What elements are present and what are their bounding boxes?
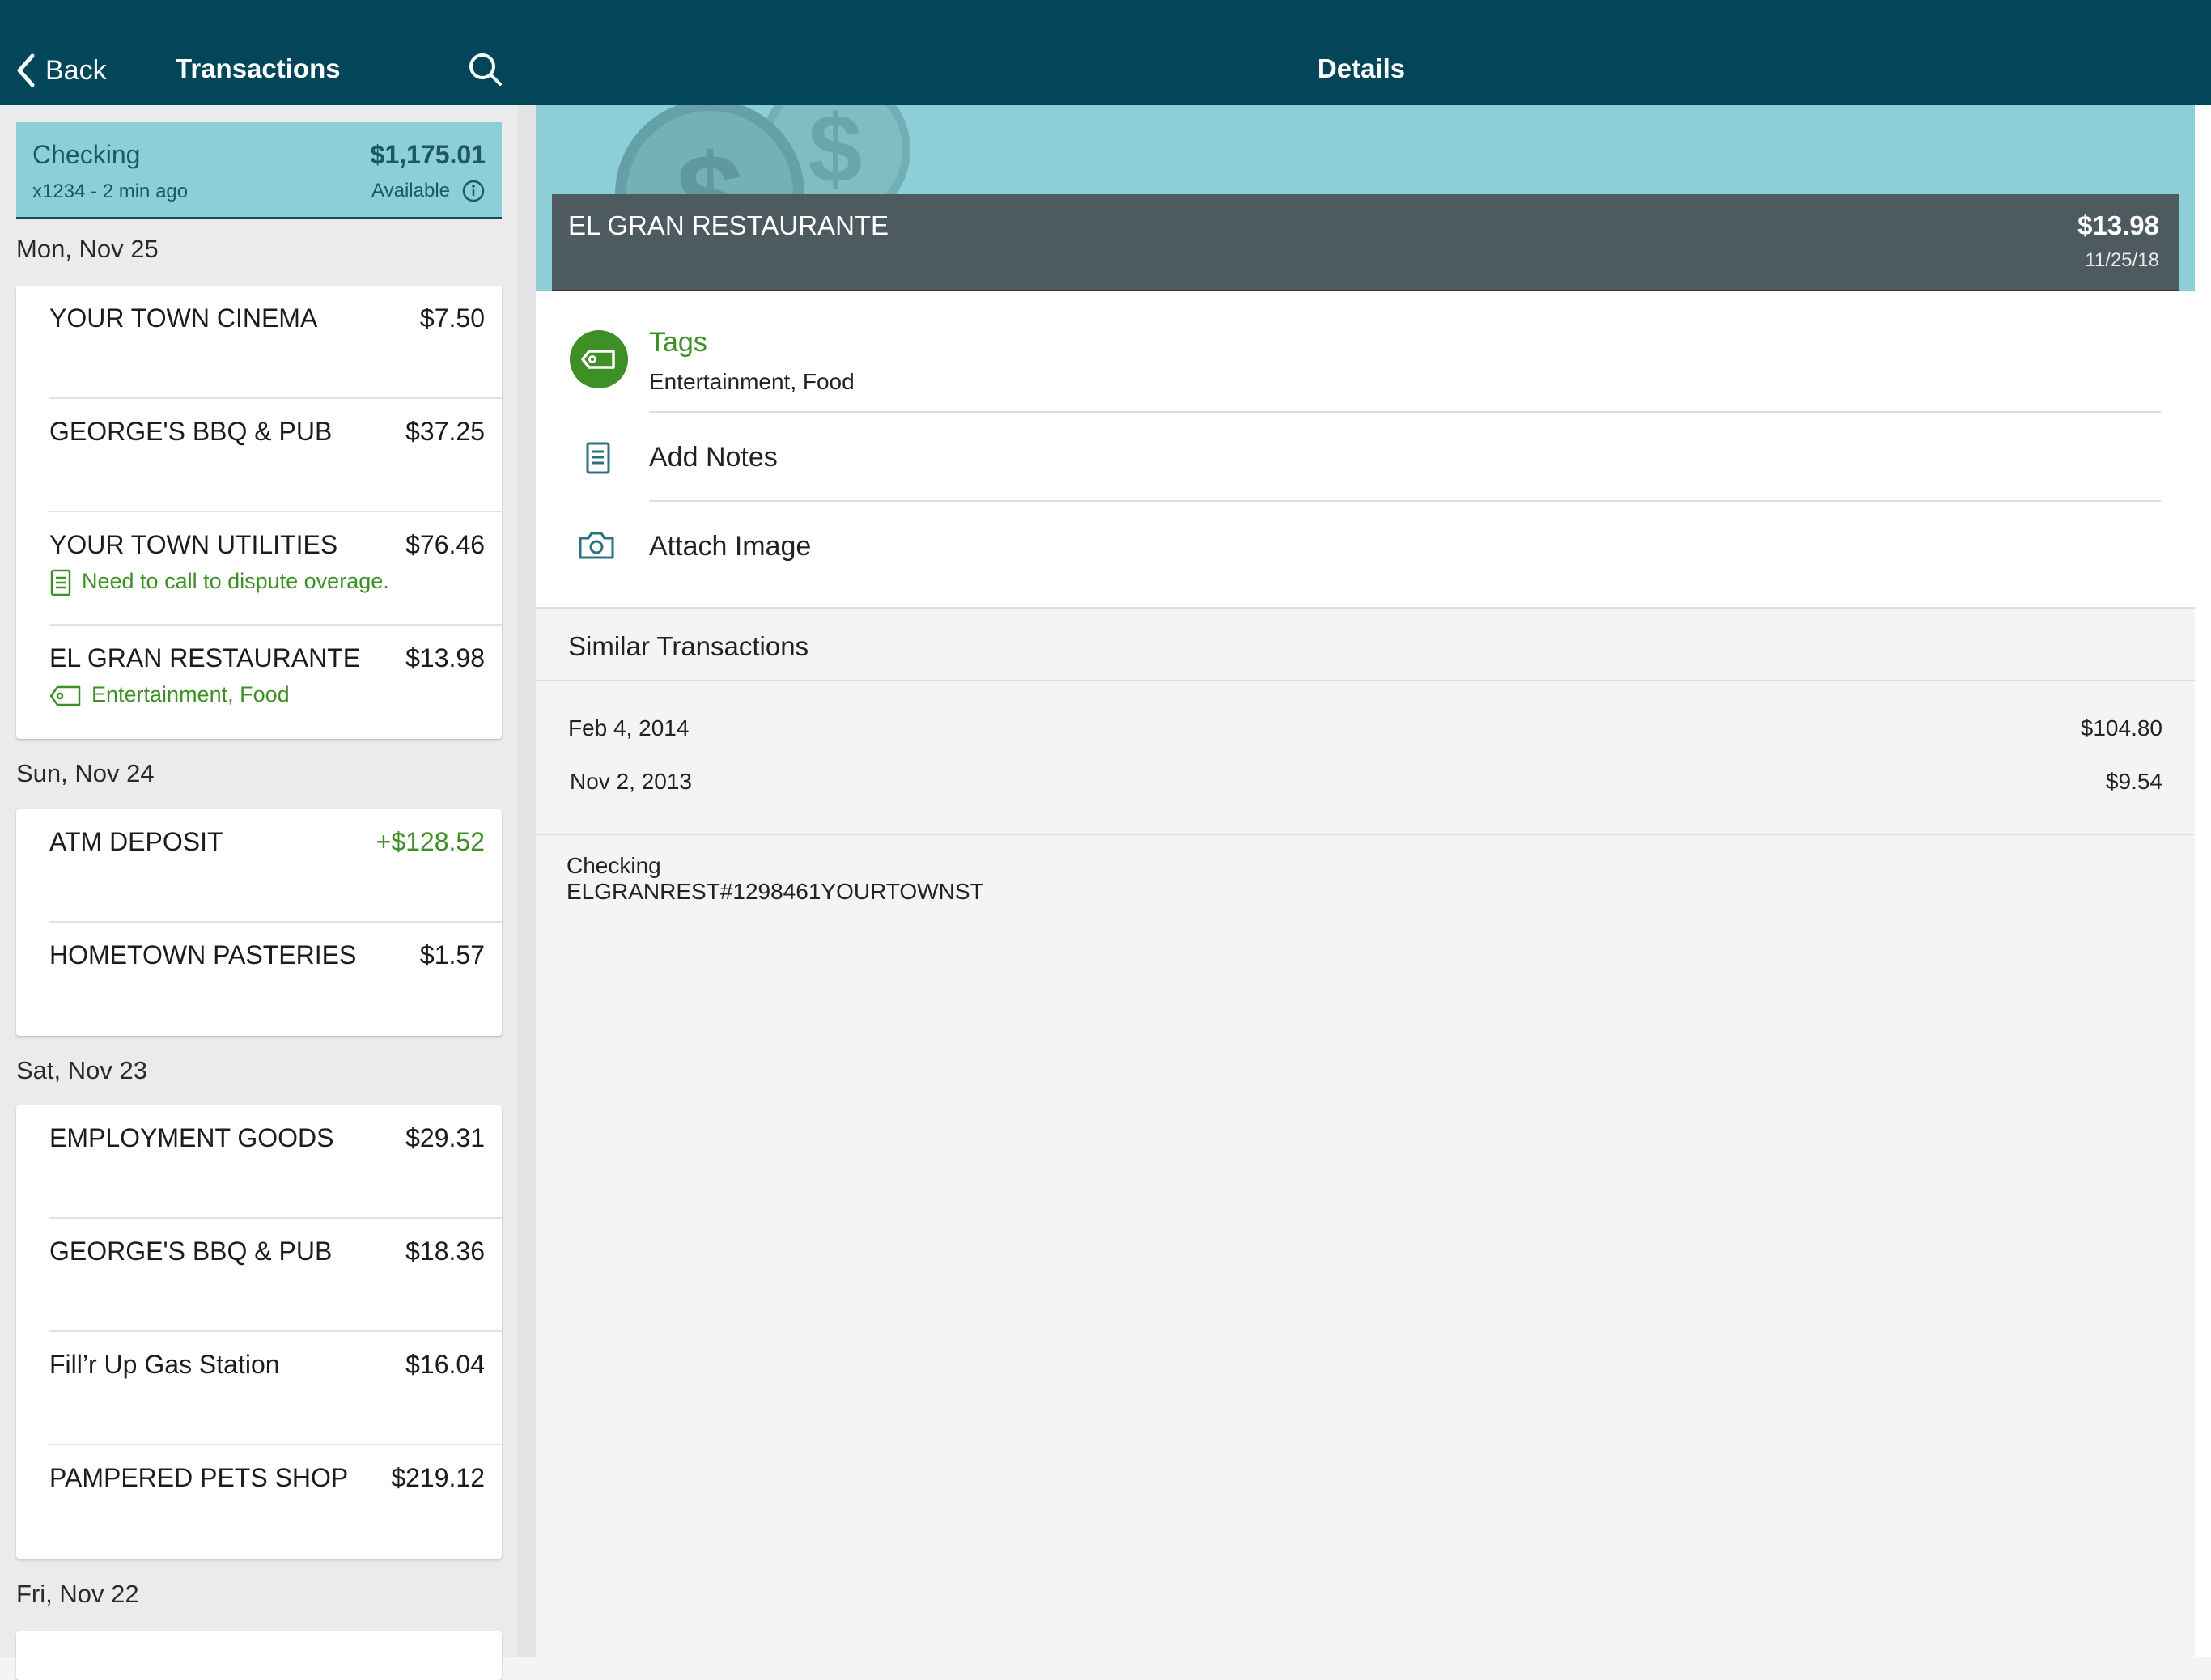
section-divider bbox=[536, 680, 2195, 681]
transactions-title: Transactions bbox=[176, 53, 341, 83]
transaction-amount: $16.04 bbox=[405, 1350, 485, 1379]
transaction-name: EMPLOYMENT GOODS bbox=[49, 1123, 334, 1152]
transaction-name: Fill’r Up Gas Station bbox=[49, 1350, 280, 1379]
transaction-name: ATM DEPOSIT bbox=[49, 827, 223, 856]
top-bar: Back Transactions Details bbox=[0, 0, 2211, 105]
similar-transaction-row[interactable]: Nov 2, 2013 $9.54 bbox=[568, 766, 2162, 801]
search-button[interactable] bbox=[468, 52, 503, 87]
attach-image-label: Attach Image bbox=[649, 531, 812, 562]
transaction-row[interactable]: GEORGE'S BBQ & PUB $37.25 bbox=[16, 399, 502, 512]
day-header: Sun, Nov 24 bbox=[16, 759, 155, 787]
account-name: Checking bbox=[32, 140, 141, 169]
transaction-note-text: Need to call to dispute overage. bbox=[82, 569, 389, 594]
back-button[interactable]: Back bbox=[13, 50, 107, 91]
camera-icon bbox=[579, 532, 614, 559]
add-notes-label: Add Notes bbox=[649, 442, 778, 473]
day-card: ATM DEPOSIT +$128.52 HOMETOWN PASTERIES … bbox=[16, 809, 502, 1036]
transaction-amount: $29.31 bbox=[405, 1123, 485, 1152]
transaction-name: GEORGE'S BBQ & PUB bbox=[49, 1237, 333, 1266]
transaction-row[interactable]: YOUR TOWN UTILITIES $76.46 Need to call … bbox=[16, 512, 502, 626]
similar-date: Nov 2, 2013 bbox=[570, 769, 692, 794]
transaction-amount: +$128.52 bbox=[376, 827, 485, 856]
tag-icon bbox=[49, 685, 81, 706]
day-header: Mon, Nov 25 bbox=[16, 235, 159, 263]
transaction-name: HOMETOWN PASTERIES bbox=[49, 940, 357, 969]
transaction-tags-text: Entertainment, Food bbox=[91, 682, 290, 706]
transaction-amount: $1.57 bbox=[419, 940, 485, 969]
account-subtitle: x1234 - 2 min ago bbox=[32, 180, 189, 202]
row-divider bbox=[649, 411, 2161, 413]
transaction-amount: $76.46 bbox=[405, 530, 485, 559]
day-card bbox=[16, 1631, 502, 1680]
section-divider bbox=[536, 834, 2195, 835]
transaction-row[interactable]: YOUR TOWN CINEMA $7.50 bbox=[16, 286, 502, 399]
available-text: Available bbox=[371, 180, 450, 202]
day-card: EMPLOYMENT GOODS $29.31 GEORGE'S BBQ & P… bbox=[16, 1105, 502, 1559]
merchant-header: EL GRAN RESTAURANTE $13.98 11/25/18 bbox=[552, 194, 2179, 290]
transaction-amount: $219.12 bbox=[391, 1463, 485, 1492]
transaction-row[interactable]: HOMETOWN PASTERIES $1.57 bbox=[16, 923, 502, 1036]
similar-amount: $9.54 bbox=[2105, 769, 2162, 794]
account-balance: $1,175.01 bbox=[370, 140, 486, 169]
row-divider bbox=[649, 500, 2161, 502]
transaction-tags: Entertainment, Food bbox=[49, 682, 290, 707]
transaction-row[interactable]: GEORGE'S BBQ & PUB $18.36 bbox=[16, 1219, 502, 1332]
similar-transaction-row[interactable]: Feb 4, 2014 $104.80 bbox=[568, 712, 2162, 748]
day-card: YOUR TOWN CINEMA $7.50 GEORGE'S BBQ & PU… bbox=[16, 286, 502, 739]
available-label: Available bbox=[371, 179, 486, 203]
tags-row[interactable]: Tags Entertainment, Food bbox=[536, 291, 2195, 413]
transaction-row-selected[interactable]: EL GRAN RESTAURANTE $13.98 Entertainment… bbox=[16, 626, 502, 739]
details-title: Details bbox=[1317, 53, 1406, 83]
note-icon bbox=[586, 442, 610, 474]
svg-text:$: $ bbox=[808, 105, 863, 203]
transaction-description: ELGRANREST#1298461YOURTOWNST bbox=[567, 879, 984, 904]
merchant-amount: $13.98 bbox=[2077, 210, 2159, 240]
tags-label: Tags bbox=[649, 327, 707, 358]
transaction-row[interactable]: ATM DEPOSIT +$128.52 bbox=[16, 809, 502, 923]
similar-amount: $104.80 bbox=[2080, 715, 2162, 740]
note-icon bbox=[50, 569, 71, 596]
transaction-row[interactable]: EMPLOYMENT GOODS $29.31 bbox=[16, 1105, 502, 1219]
back-label: Back bbox=[45, 54, 107, 86]
add-notes-row[interactable]: Add Notes bbox=[536, 414, 2195, 502]
account-summary[interactable]: Checking $1,175.01 x1234 - 2 min ago Ava… bbox=[16, 122, 502, 219]
tags-value: Entertainment, Food bbox=[649, 369, 855, 394]
merchant-date: 11/25/18 bbox=[2085, 249, 2159, 271]
transaction-name: EL GRAN RESTAURANTE bbox=[49, 643, 361, 672]
transaction-note: Need to call to dispute overage. bbox=[49, 569, 389, 596]
transaction-name: YOUR TOWN UTILITIES bbox=[49, 530, 338, 559]
similar-transactions-title: Similar Transactions bbox=[568, 631, 809, 661]
transaction-amount: $18.36 bbox=[405, 1237, 485, 1266]
transaction-name: PAMPERED PETS SHOP bbox=[49, 1463, 349, 1492]
transaction-row[interactable]: PAMPERED PETS SHOP $219.12 bbox=[16, 1445, 502, 1559]
account-name-detail: Checking bbox=[567, 853, 661, 878]
similar-date: Feb 4, 2014 bbox=[568, 715, 690, 740]
pane-divider bbox=[518, 105, 536, 1657]
transaction-amount: $37.25 bbox=[405, 417, 485, 446]
transaction-name: YOUR TOWN CINEMA bbox=[49, 303, 318, 333]
search-icon bbox=[469, 53, 502, 86]
day-header: Fri, Nov 22 bbox=[16, 1580, 139, 1608]
transaction-name: GEORGE'S BBQ & PUB bbox=[49, 417, 333, 446]
chevron-left-icon bbox=[17, 53, 35, 87]
tag-icon bbox=[570, 330, 628, 388]
transaction-amount: $13.98 bbox=[405, 643, 485, 672]
attach-image-row[interactable]: Attach Image bbox=[536, 503, 2195, 591]
section-divider bbox=[536, 607, 2195, 609]
right-edge bbox=[2195, 105, 2211, 1657]
info-icon[interactable] bbox=[461, 179, 486, 203]
transaction-amount: $7.50 bbox=[419, 303, 485, 333]
transaction-row[interactable]: Fill’r Up Gas Station $16.04 bbox=[16, 1332, 502, 1445]
detail-actions: Tags Entertainment, Food Add Notes Attac… bbox=[536, 291, 2195, 607]
merchant-name: EL GRAN RESTAURANTE bbox=[568, 210, 889, 240]
day-header: Sat, Nov 23 bbox=[16, 1056, 147, 1084]
